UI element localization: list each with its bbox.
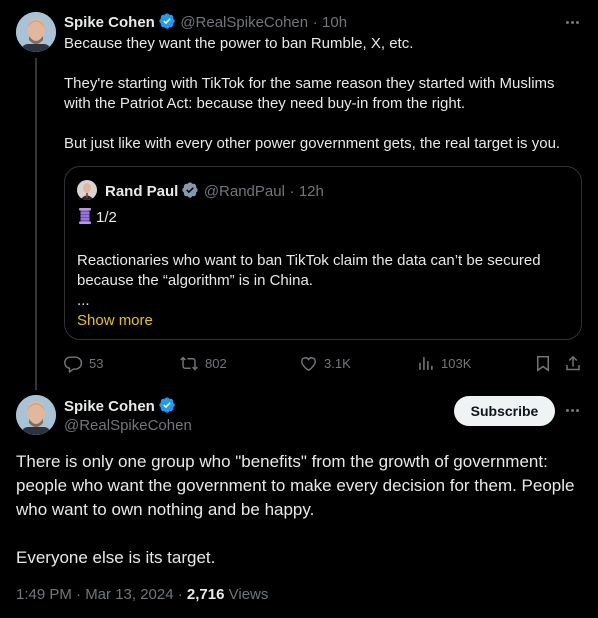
quote-header: Rand Paul @RandPaul · 12h xyxy=(105,181,324,205)
bookmark-icon xyxy=(537,355,549,372)
like-icon xyxy=(301,356,316,371)
reply-count: 53 xyxy=(89,355,104,371)
views-icon xyxy=(419,356,433,370)
separator: · xyxy=(289,183,295,200)
quoted-tweet[interactable]: Rand Paul @RandPaul · 12h 1/2 Reactionar… xyxy=(64,166,582,340)
thread-line xyxy=(35,58,37,390)
share-button[interactable] xyxy=(564,352,588,374)
author-name[interactable]: Spike Cohen xyxy=(64,14,155,31)
like-button[interactable]: 3.1K xyxy=(299,352,351,374)
tweet-timestamp[interactable]: 1:49 PM · Mar 13, 2024 · xyxy=(16,586,187,603)
more-icon[interactable] xyxy=(562,12,582,32)
author-handle[interactable]: @RealSpikeCohen xyxy=(64,416,192,436)
tweet-paragraph: There is only one group who "benefits" f… xyxy=(16,452,575,519)
views-label: Views xyxy=(224,586,269,603)
tweet-paragraph: Because they want the power to ban Rumbl… xyxy=(64,35,414,52)
tweet-meta: 1:49 PM · Mar 13, 2024 · 2,716 Views xyxy=(16,585,268,605)
reply-button[interactable]: 53 xyxy=(64,352,103,374)
quote-avatar[interactable] xyxy=(77,180,97,200)
tweet-paragraph: They're starting with TikTok for the sam… xyxy=(64,75,555,112)
more-icon[interactable] xyxy=(562,400,582,420)
show-more-link[interactable]: Show more xyxy=(77,311,571,331)
tweet-paragraph: But just like with every other power gov… xyxy=(64,135,561,152)
gold-verified-icon xyxy=(181,181,199,205)
tweet-actions: 53 802 3.1K 103K xyxy=(64,352,584,374)
views-button[interactable]: 103K xyxy=(416,352,471,374)
view-count: 2,716 xyxy=(186,586,225,603)
like-count: 3.1K xyxy=(324,355,351,371)
tweet-text: Because they want the power to ban Rumbl… xyxy=(64,34,584,174)
verified-icon xyxy=(158,12,176,36)
tweet-header: Spike Cohen @RealSpikeCohen · 10h xyxy=(64,12,347,36)
avatar[interactable] xyxy=(16,12,56,52)
author-handle[interactable]: @RealSpikeCohen xyxy=(180,14,308,31)
quote-ellipsis: ... xyxy=(77,292,90,309)
separator: · xyxy=(312,14,318,31)
quote-time[interactable]: 12h xyxy=(299,183,324,200)
repost-button[interactable]: 802 xyxy=(179,352,227,374)
tweet-text: There is only one group who "benefits" f… xyxy=(16,450,586,594)
repost-icon xyxy=(180,356,198,370)
thread-marker: 1/2 xyxy=(77,207,571,231)
subscribe-button[interactable]: Subscribe xyxy=(454,396,555,426)
share-icon xyxy=(566,355,580,370)
thread-count: 1/2 xyxy=(96,209,117,226)
quote-text: 1/2 Reactionaries who want to ban TikTok… xyxy=(77,207,571,331)
avatar[interactable] xyxy=(16,395,56,435)
reply-icon xyxy=(64,355,83,373)
repost-count: 802 xyxy=(205,355,227,371)
quote-author-handle[interactable]: @RandPaul xyxy=(204,183,285,200)
tweet-time[interactable]: 10h xyxy=(322,14,347,31)
author-name[interactable]: Spike Cohen xyxy=(64,398,155,415)
quote-author-name[interactable]: Rand Paul xyxy=(105,183,178,200)
view-count: 103K xyxy=(441,355,472,371)
tweet-paragraph: Everyone else is its target. xyxy=(16,548,216,567)
quote-paragraph: Reactionaries who want to ban TikTok cla… xyxy=(77,252,541,289)
thread-icon xyxy=(77,207,93,231)
bookmark-button[interactable] xyxy=(534,352,558,374)
